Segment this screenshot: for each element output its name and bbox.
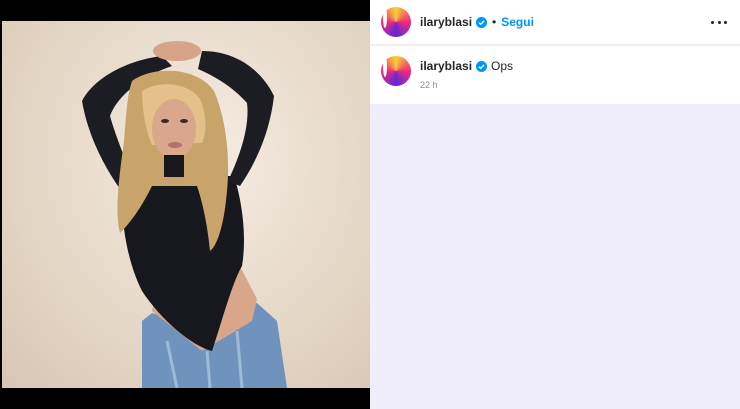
avatar-image bbox=[383, 56, 387, 77]
photo-panel bbox=[0, 0, 370, 409]
more-options-icon[interactable] bbox=[711, 14, 727, 30]
verified-badge-icon bbox=[476, 16, 488, 28]
timestamp[interactable]: 22 h bbox=[420, 80, 513, 90]
caption-username[interactable]: ilaryblasi bbox=[420, 59, 472, 73]
follow-button[interactable]: Segui bbox=[501, 15, 534, 29]
post-sidebar: ilaryblasi • Segui ilaryblasi Ops 22 h bbox=[370, 0, 740, 409]
post-photo[interactable] bbox=[2, 21, 370, 388]
caption: ilaryblasi Ops 22 h bbox=[381, 56, 513, 90]
instagram-post-view: ilaryblasi • Segui ilaryblasi Ops 22 h bbox=[0, 0, 740, 409]
caption-avatar[interactable] bbox=[381, 56, 411, 86]
verified-badge-icon bbox=[476, 60, 488, 72]
post-header: ilaryblasi • Segui bbox=[370, 0, 740, 45]
avatar[interactable] bbox=[381, 7, 411, 37]
caption-line: ilaryblasi Ops bbox=[420, 59, 513, 73]
caption-area: ilaryblasi Ops 22 h bbox=[370, 46, 740, 104]
caption-text: Ops bbox=[491, 59, 514, 73]
username[interactable]: ilaryblasi bbox=[420, 15, 472, 29]
separator-dot: • bbox=[492, 15, 497, 29]
avatar-image bbox=[383, 7, 387, 28]
caption-body: ilaryblasi Ops 22 h bbox=[420, 59, 513, 90]
